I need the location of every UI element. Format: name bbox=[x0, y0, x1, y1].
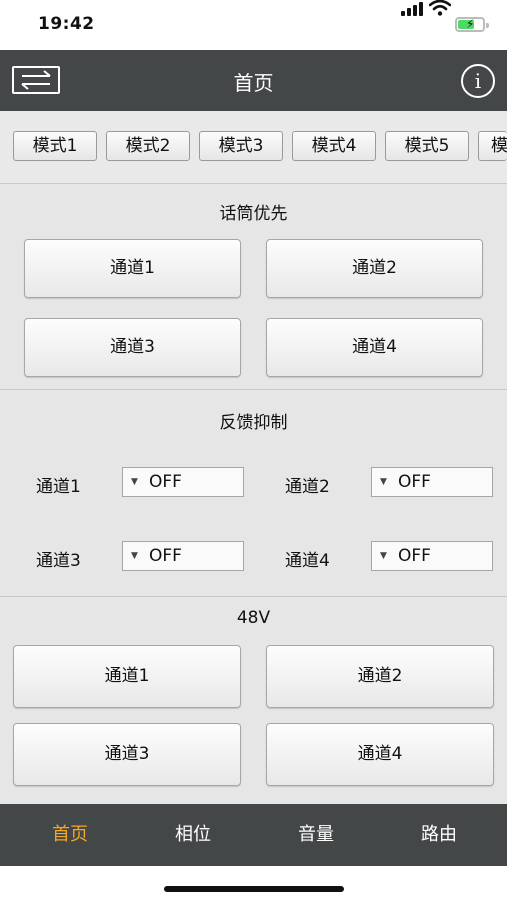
feedback-channel-1-select[interactable]: ▼ OFF bbox=[122, 467, 244, 497]
app-header: 首页 i bbox=[0, 50, 507, 111]
feedback-channel-2-select[interactable]: ▼ OFF bbox=[371, 467, 493, 497]
mode-button-1[interactable]: 模式1 bbox=[13, 131, 97, 161]
dropdown-caret-icon: ▼ bbox=[131, 551, 138, 561]
phantom-channel-4-button[interactable]: 通道4 bbox=[266, 723, 494, 786]
divider bbox=[0, 596, 507, 597]
mode-button-4[interactable]: 模式4 bbox=[292, 131, 376, 161]
mode-button-3[interactable]: 模式3 bbox=[199, 131, 283, 161]
info-icon[interactable]: i bbox=[461, 64, 495, 98]
main-content: 话筒优先 通道1 通道2 通道3 通道4 反馈抑制 通道1 ▼ OFF 通道2 … bbox=[0, 184, 507, 804]
phantom-power-title: 48V bbox=[236, 608, 271, 628]
feedback-suppression-title: 反馈抑制 bbox=[219, 413, 288, 433]
mic-priority-channel-3-button[interactable]: 通道3 bbox=[24, 318, 241, 377]
tab-volume[interactable]: 音量 bbox=[253, 804, 379, 866]
mode-button-5[interactable]: 模式5 bbox=[385, 131, 469, 161]
status-time: 19:42 bbox=[38, 14, 95, 34]
mode-button-6[interactable]: 模式6 bbox=[478, 131, 507, 161]
tab-bar: 首页 相位 音量 路由 bbox=[0, 804, 507, 866]
feedback-channel-2-label: 通道2 bbox=[285, 477, 330, 497]
divider bbox=[0, 389, 507, 390]
tab-routing[interactable]: 路由 bbox=[376, 804, 502, 866]
mode-bar: 模式1 模式2 模式3 模式4 模式5 模式6 bbox=[0, 111, 507, 184]
feedback-channel-3-select[interactable]: ▼ OFF bbox=[122, 541, 244, 571]
feedback-channel-4-select[interactable]: ▼ OFF bbox=[371, 541, 493, 571]
signal-icon bbox=[401, 2, 423, 16]
mic-priority-channel-4-button[interactable]: 通道4 bbox=[266, 318, 483, 377]
mic-priority-channel-2-button[interactable]: 通道2 bbox=[266, 239, 483, 298]
feedback-channel-3-label: 通道3 bbox=[36, 551, 81, 571]
tab-home[interactable]: 首页 bbox=[7, 804, 133, 866]
feedback-channel-4-label: 通道4 bbox=[285, 551, 330, 571]
status-bar: 19:42 ⚡ bbox=[0, 0, 507, 50]
feedback-channel-1-label: 通道1 bbox=[36, 477, 81, 497]
home-indicator-area bbox=[0, 866, 507, 900]
dropdown-caret-icon: ▼ bbox=[380, 551, 387, 561]
wifi-icon bbox=[429, 0, 451, 16]
dropdown-caret-icon: ▼ bbox=[380, 477, 387, 487]
phantom-channel-2-button[interactable]: 通道2 bbox=[266, 645, 494, 708]
dropdown-caret-icon: ▼ bbox=[131, 477, 138, 487]
page-title: 首页 bbox=[233, 71, 274, 95]
mic-priority-title: 话筒优先 bbox=[219, 204, 288, 224]
home-indicator[interactable] bbox=[164, 886, 344, 892]
phantom-channel-3-button[interactable]: 通道3 bbox=[13, 723, 241, 786]
tab-phase[interactable]: 相位 bbox=[130, 804, 256, 866]
mode-button-2[interactable]: 模式2 bbox=[106, 131, 190, 161]
phantom-channel-1-button[interactable]: 通道1 bbox=[13, 645, 241, 708]
mic-priority-channel-1-button[interactable]: 通道1 bbox=[24, 239, 241, 298]
battery-charging-icon: ⚡ bbox=[455, 17, 489, 32]
